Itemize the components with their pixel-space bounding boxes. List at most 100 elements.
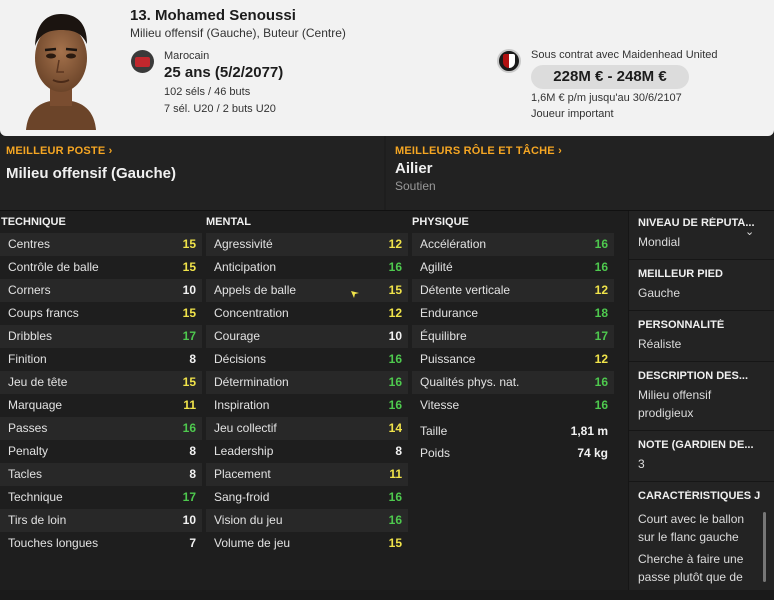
attribute-label: Tacles — [8, 467, 43, 481]
attribute-value: 8 — [395, 444, 402, 458]
description-value: Milieu offensif prodigieux — [638, 388, 712, 420]
player-positions: Milieu offensif (Gauche), Buteur (Centre… — [130, 26, 346, 40]
player-trait-item: Cherche à faire une passe plutôt que de — [638, 552, 744, 584]
attribute-row[interactable]: Endurance 18 — [412, 302, 614, 325]
attribute-row[interactable]: Agilité 16 — [412, 256, 614, 279]
attribute-label: Accélération — [420, 237, 487, 251]
squad-status: Joueur important — [531, 108, 614, 120]
attribute-label: Puissance — [420, 352, 476, 366]
attribute-trend-arrow-icon — [350, 286, 360, 304]
attribute-label: Appels de balle — [214, 283, 297, 297]
attribute-value: 17 — [594, 329, 608, 343]
attribute-label: Technique — [8, 490, 63, 504]
attribute-label: Coups francs — [8, 306, 79, 320]
attribute-value: 8 — [189, 467, 196, 481]
attribute-label: Finition — [8, 352, 47, 366]
best-foot-header: MEILLEUR PIED — [638, 268, 723, 280]
attribute-value: 16 — [388, 260, 402, 274]
sidebar-divider — [629, 259, 774, 260]
attribute-value: 16 — [388, 490, 402, 504]
attribute-value: 7 — [189, 536, 196, 550]
nationality-flag-icon[interactable] — [131, 50, 154, 73]
attribute-row[interactable]: Coups francs 15 — [0, 302, 202, 325]
attribute-label: Touches longues — [8, 536, 99, 550]
attribute-label: Centres — [8, 237, 51, 251]
attribute-label: Leadership — [214, 444, 274, 458]
contract-club[interactable]: Sous contrat avec Maidenhead United — [531, 49, 718, 61]
player-traits-header: CARACTÉRISTIQUES J — [638, 490, 761, 502]
technique-header: TECHNIQUE — [1, 216, 66, 228]
attribute-label: Jeu collectif — [214, 421, 277, 435]
attribute-row[interactable]: Corners 10 — [0, 279, 202, 302]
weight-label: Poids — [420, 446, 451, 460]
player-caps: 102 séls / 46 buts — [164, 86, 251, 98]
weight-value: 74 kg — [577, 446, 608, 460]
attribute-row[interactable]: Accélération 16 — [412, 233, 614, 256]
mental-header: MENTAL — [206, 216, 252, 228]
attribute-value: 16 — [594, 260, 608, 274]
attribute-row[interactable]: Équilibre 17 — [412, 325, 614, 348]
attribute-row[interactable]: Puissance 12 — [412, 348, 614, 371]
attribute-row[interactable]: Jeu collectif 14 — [206, 417, 408, 440]
attribute-row[interactable]: Marquage 11 — [0, 394, 202, 417]
height-row: Taille 1,81 m — [412, 420, 614, 443]
attribute-row[interactable]: Touches longues 7 — [0, 532, 202, 555]
attribute-row[interactable]: Vision du jeu 16 — [206, 509, 408, 532]
attribute-label: Vision du jeu — [214, 513, 283, 527]
player-trait-item: Court avec le ballon sur le flanc gauche — [638, 512, 745, 544]
best-position-header[interactable]: MEILLEUR POSTE › — [6, 145, 113, 157]
attribute-row[interactable]: Concentration 12 — [206, 302, 408, 325]
best-role-panel[interactable]: MEILLEURS RÔLE ET TÂCHE › Ailier Soutien — [386, 136, 774, 210]
attribute-row[interactable]: Détente verticale 12 — [412, 279, 614, 302]
player-name: 13. Mohamed Senoussi — [130, 7, 296, 24]
attribute-label: Sang-froid — [214, 490, 270, 504]
attribute-row[interactable]: Passes 16 — [0, 417, 202, 440]
attribute-row[interactable]: Courage 10 — [206, 325, 408, 348]
best-position-panel[interactable]: MEILLEUR POSTE › Milieu offensif (Gauche… — [0, 136, 384, 210]
attribute-row[interactable]: Inspiration 16 — [206, 394, 408, 417]
attribute-row[interactable]: Contrôle de balle 15 — [0, 256, 202, 279]
attribute-label: Passes — [8, 421, 48, 435]
attribute-row[interactable]: Dribbles 17 — [0, 325, 202, 348]
attribute-row[interactable]: Jeu de tête 15 — [0, 371, 202, 394]
attribute-value: 8 — [189, 444, 196, 458]
attribute-row[interactable]: Décisions 16 — [206, 348, 408, 371]
club-crest-icon[interactable] — [497, 49, 521, 73]
attribute-row[interactable]: Tirs de loin 10 — [0, 509, 202, 532]
player-face-image — [26, 14, 96, 130]
attribute-label: Agressivité — [214, 237, 273, 251]
attribute-row[interactable]: Agressivité 12 — [206, 233, 408, 256]
player-nationality[interactable]: Marocain — [164, 50, 209, 62]
personality-header: PERSONNALITÉ — [638, 319, 725, 331]
attribute-value: 16 — [594, 237, 608, 251]
best-role-header[interactable]: MEILLEURS RÔLE ET TÂCHE › — [395, 145, 562, 157]
attribute-label: Détermination — [214, 375, 289, 389]
attribute-row[interactable]: Qualités phys. nat. 16 — [412, 371, 614, 394]
attribute-value: 10 — [388, 329, 402, 343]
attribute-row[interactable]: Tacles 8 — [0, 463, 202, 486]
attribute-label: Courage — [214, 329, 261, 343]
best-role-value: Ailier — [395, 160, 433, 177]
attribute-row[interactable]: Finition 8 — [0, 348, 202, 371]
attribute-row[interactable]: Technique 17 — [0, 486, 202, 509]
attribute-row[interactable]: Sang-froid 16 — [206, 486, 408, 509]
physique-header: PHYSIQUE — [412, 216, 469, 228]
attribute-row[interactable]: Vitesse 16 — [412, 394, 614, 417]
attribute-value: 16 — [388, 513, 402, 527]
attribute-row[interactable]: Leadership 8 — [206, 440, 408, 463]
attribute-value: 16 — [182, 421, 196, 435]
attribute-label: Vitesse — [420, 398, 460, 412]
attribute-value: 12 — [388, 306, 402, 320]
personality-value: Réaliste — [638, 337, 682, 351]
reputation-value: Mondial — [638, 235, 681, 249]
sidebar-scrollbar[interactable] — [763, 512, 766, 582]
attribute-row[interactable]: Penalty 8 — [0, 440, 202, 463]
attribute-row[interactable]: Volume de jeu 15 — [206, 532, 408, 555]
attribute-label: Penalty — [8, 444, 49, 458]
sidebar-divider — [629, 361, 774, 362]
attribute-row[interactable]: Appels de balle 15 — [206, 279, 408, 302]
attribute-row[interactable]: Placement 11 — [206, 463, 408, 486]
attribute-row[interactable]: Détermination 16 — [206, 371, 408, 394]
attribute-row[interactable]: Centres 15 — [0, 233, 202, 256]
attribute-row[interactable]: Anticipation 16 — [206, 256, 408, 279]
